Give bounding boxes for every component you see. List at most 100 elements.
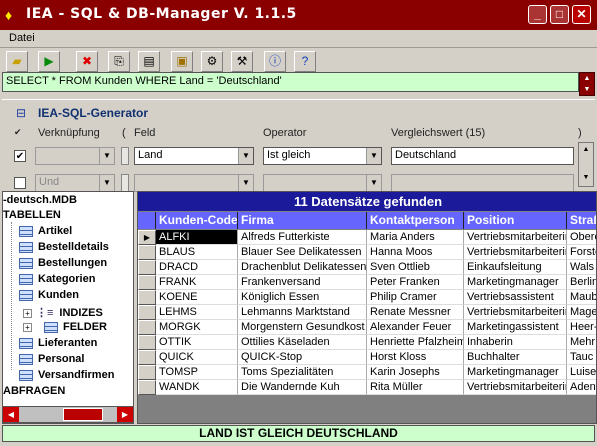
table-cell[interactable]: Horst Kloss (367, 350, 464, 365)
table-cell[interactable]: Vertriebsmitarbeiterin (464, 245, 567, 260)
column-header[interactable]: Kontaktperson (367, 212, 464, 229)
table-cell[interactable]: Toms Spezialitäten (238, 365, 367, 380)
table-cell[interactable]: Rita Müller (367, 380, 464, 395)
expand-icon[interactable]: + (23, 308, 32, 318)
open-folder-icon[interactable]: ▰ (6, 51, 28, 72)
table-cell[interactable]: Blauer See Delikatessen (238, 245, 367, 260)
table-cell[interactable]: Tauc (567, 350, 596, 365)
table-cell[interactable]: Marketingmanager (464, 365, 567, 380)
table-cell[interactable]: Hanna Moos (367, 245, 464, 260)
table-cell[interactable]: Lehmanns Marktstand (238, 305, 367, 320)
sql-scrollbar[interactable]: ▲ ▼ (579, 72, 595, 96)
scroll-right-icon[interactable]: ▶ (117, 407, 133, 422)
table-cell[interactable]: Karin Josephs (367, 365, 464, 380)
table-cell[interactable]: Die Wandernde Kuh (238, 380, 367, 395)
table-cell[interactable]: TOMSP (156, 365, 238, 380)
table-cell[interactable]: MORGK (156, 320, 238, 335)
table-cell[interactable]: Renate Messner (367, 305, 464, 320)
info-icon[interactable]: ⓘ (264, 51, 286, 72)
column-header[interactable]: Kunden-Code (156, 212, 238, 229)
tree-db-name[interactable]: -deutsch.MDB (3, 194, 77, 206)
row2-link-select[interactable]: Und ▼ (35, 174, 115, 192)
tree-queries-header[interactable]: ABFRAGEN (3, 385, 65, 397)
table-cell[interactable]: FRANK (156, 275, 238, 290)
table-cell[interactable]: ALFKI (156, 230, 238, 245)
minimize-button[interactable]: _ (528, 5, 547, 24)
tree-felder-item[interactable]: + FELDER (23, 321, 107, 333)
row2-compare-input[interactable] (391, 174, 574, 192)
tree-indizes-item[interactable]: + ⋮≡ INDIZES (23, 306, 103, 319)
row1-checkbox[interactable]: ✔ (14, 150, 26, 162)
row-selector[interactable] (138, 275, 156, 290)
tree-table-item[interactable]: Bestelldetails (19, 241, 109, 253)
table-cell[interactable]: Inhaberin (464, 335, 567, 350)
row2-checkbox[interactable] (14, 177, 26, 189)
table-cell[interactable]: Morgenstern Gesundkost (238, 320, 367, 335)
scroll-up-icon[interactable]: ▲ (579, 143, 593, 157)
table-cell[interactable]: Sven Ottlieb (367, 260, 464, 275)
table-cell[interactable]: Berlin (567, 275, 596, 290)
table-cell[interactable]: WANDK (156, 380, 238, 395)
scroll-left-icon[interactable]: ◀ (3, 407, 19, 422)
row-selector[interactable] (138, 350, 156, 365)
tools-icon[interactable]: ⚒ (231, 51, 253, 72)
generator-scrollbar[interactable]: ▲ ▼ (578, 142, 594, 187)
table-cell[interactable]: Forste (567, 245, 596, 260)
table-cell[interactable]: Aden (567, 380, 596, 395)
sql-query-input[interactable]: SELECT * FROM Kunden WHERE Land = 'Deuts… (2, 72, 579, 92)
table-cell[interactable]: DRACD (156, 260, 238, 275)
settings-icon[interactable]: ⚙ (201, 51, 223, 72)
row2-operator-select[interactable]: ▼ (263, 174, 382, 192)
row-selector[interactable] (138, 245, 156, 260)
table-cell[interactable]: Buchhalter (464, 350, 567, 365)
maximize-button[interactable]: □ (550, 5, 569, 24)
run-icon[interactable]: ▶ (38, 51, 60, 72)
row-selector[interactable] (138, 260, 156, 275)
column-header[interactable]: Position (464, 212, 567, 229)
row1-field-select[interactable]: Land ▼ (134, 147, 254, 165)
tree-table-item[interactable]: Versandfirmen (19, 369, 114, 381)
table-cell[interactable]: Vertriebsmitarbeiterin (464, 380, 567, 395)
scroll-up-icon[interactable]: ▲ (580, 73, 594, 84)
row1-compare-input[interactable]: Deutschland (391, 147, 574, 165)
stop-icon[interactable]: ✖ (76, 51, 98, 72)
table-cell[interactable]: Vertriebsmitarbeiterin (464, 305, 567, 320)
table-cell[interactable]: Luise (567, 365, 596, 380)
table-cell[interactable]: KOENE (156, 290, 238, 305)
table-cell[interactable]: Alexander Feuer (367, 320, 464, 335)
table-cell[interactable]: Maub (567, 290, 596, 305)
row-selector[interactable] (138, 290, 156, 305)
scroll-down-icon[interactable]: ▼ (580, 84, 594, 95)
column-header[interactable]: Firma (238, 212, 367, 229)
table-cell[interactable]: Peter Franken (367, 275, 464, 290)
table-cell[interactable]: Einkaufsleitung (464, 260, 567, 275)
table-cell[interactable]: LEHMS (156, 305, 238, 320)
table-cell[interactable]: Wals (567, 260, 596, 275)
close-button[interactable]: ✕ (572, 5, 591, 24)
table-cell[interactable]: QUICK (156, 350, 238, 365)
table-cell[interactable]: Marketingmanager (464, 275, 567, 290)
tree-table-item[interactable]: Kunden (19, 289, 79, 301)
row-selector[interactable] (138, 320, 156, 335)
table-cell[interactable]: Frankenversand (238, 275, 367, 290)
row-selector[interactable] (138, 380, 156, 395)
help-icon[interactable]: ? (294, 51, 316, 72)
table-cell[interactable]: Alfreds Futterkiste (238, 230, 367, 245)
paste-icon[interactable]: ▤ (138, 51, 160, 72)
tree-horizontal-scrollbar[interactable]: ◀ ▶ (2, 406, 134, 423)
scroll-down-icon[interactable]: ▼ (579, 171, 593, 185)
copy-icon[interactable]: ⎘ (108, 51, 130, 72)
expand-icon[interactable]: + (23, 322, 32, 332)
table-cell[interactable]: Maria Anders (367, 230, 464, 245)
tree-table-item[interactable]: Lieferanten (19, 337, 97, 349)
table-cell[interactable]: Henriette Pfalzheim (367, 335, 464, 350)
table-cell[interactable]: OTTIK (156, 335, 238, 350)
column-header[interactable]: Straß (567, 212, 596, 229)
tree-table-item[interactable]: Artikel (19, 225, 72, 237)
table-cell[interactable]: Philip Cramer (367, 290, 464, 305)
table-cell[interactable]: Obere (567, 230, 596, 245)
tree-table-item[interactable]: Personal (19, 353, 84, 365)
row1-link-select[interactable]: ▼ (35, 147, 115, 165)
table-cell[interactable]: Marketingassistent (464, 320, 567, 335)
image-icon[interactable]: ▣ (171, 51, 193, 72)
